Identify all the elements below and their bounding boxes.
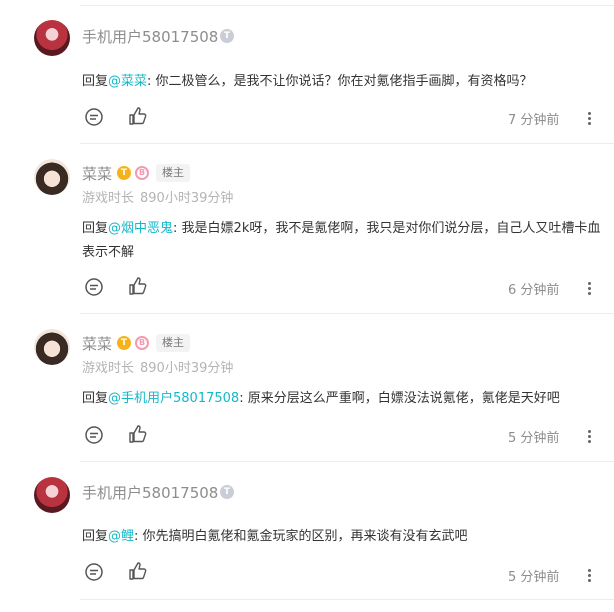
mention-link[interactable]: @烟中恶鬼 (108, 221, 173, 236)
more-icon[interactable] (582, 428, 598, 444)
avatar[interactable] (34, 477, 70, 513)
more-icon[interactable] (582, 110, 598, 126)
mention-link[interactable]: @鲤 (108, 529, 134, 544)
playtime-value: 890小时39分钟 (140, 361, 234, 376)
comment-body: 回复@鲤: 你先搞明白氪佬和氪金玩家的区别，再来谈有没有玄武吧 (82, 525, 602, 549)
comment-item: 菜菜 T B 楼主 游戏时长 890小时39分钟 回复@手机用户58017508:… (0, 314, 614, 462)
username[interactable]: 手机用户58017508 (82, 482, 218, 503)
mention-link[interactable]: @手机用户58017508 (108, 391, 239, 406)
playtime-value: 890小时39分钟 (140, 191, 234, 206)
more-icon[interactable] (582, 567, 598, 583)
owner-tag: 楼主 (156, 164, 190, 182)
comment-body: 回复@烟中恶鬼: 我是白嫖2k呀，我不是氪佬啊，我只是对你们说分层，自己人又吐槽… (82, 217, 602, 265)
like-icon[interactable] (127, 561, 147, 581)
mention-link[interactable]: @菜菜 (108, 74, 147, 89)
username[interactable]: 菜菜 (82, 333, 112, 354)
comment-text: : 你二极管么，是我不让你说话？你在对氪佬指手画脚，有资格吗？ (147, 74, 533, 89)
like-icon[interactable] (127, 424, 147, 444)
timestamp: 5 分钟前 (508, 570, 560, 585)
level-badge-icon: T (117, 336, 131, 350)
fan-badge-icon: B (135, 336, 149, 350)
more-icon[interactable] (582, 280, 598, 296)
avatar[interactable] (34, 159, 70, 195)
timestamp: 6 分钟前 (508, 283, 560, 298)
comment-text: : 你先搞明白氪佬和氪金玩家的区别，再来谈有没有玄武吧 (134, 529, 468, 544)
level-badge-icon: T (220, 29, 234, 43)
comment-icon[interactable] (84, 562, 104, 582)
timestamp: 7 分钟前 (508, 113, 560, 128)
like-icon[interactable] (127, 276, 147, 296)
fan-badge-icon: B (135, 166, 149, 180)
reply-prefix: 回复 (82, 529, 109, 544)
username[interactable]: 菜菜 (82, 163, 112, 184)
level-badge-icon: T (117, 166, 131, 180)
comment-item: 菜菜 T B 楼主 游戏时长 890小时39分钟 回复@烟中恶鬼: 我是白嫖2k呀… (0, 144, 614, 314)
comment-item: 手机用户58017508 T 回复@鲤: 你先搞明白氪佬和氪金玩家的区别，再来谈… (0, 462, 614, 610)
owner-tag: 楼主 (156, 334, 190, 352)
playtime-label: 游戏时长 (82, 361, 135, 376)
comment-icon[interactable] (84, 277, 104, 297)
comment-icon[interactable] (84, 107, 104, 127)
timestamp: 5 分钟前 (508, 431, 560, 446)
reply-prefix: 回复 (82, 74, 109, 89)
level-badge-icon: T (220, 485, 234, 499)
comment-text: : 原来分层这么严重啊，白嫖没法说氪佬，氪佬是天好吧 (239, 391, 560, 406)
playtime: 游戏时长 890小时39分钟 (82, 187, 233, 206)
avatar[interactable] (34, 20, 70, 56)
like-icon[interactable] (127, 106, 147, 126)
playtime-label: 游戏时长 (82, 191, 135, 206)
reply-prefix: 回复 (82, 221, 109, 236)
playtime: 游戏时长 890小时39分钟 (82, 357, 233, 376)
comment-body: 回复@手机用户58017508: 原来分层这么严重啊，白嫖没法说氪佬，氪佬是天好… (82, 387, 602, 411)
divider (80, 599, 614, 600)
avatar[interactable] (34, 329, 70, 365)
reply-prefix: 回复 (82, 391, 109, 406)
username[interactable]: 手机用户58017508 (82, 26, 218, 47)
comment-body: 回复@菜菜: 你二极管么，是我不让你说话？你在对氪佬指手画脚，有资格吗？ (82, 70, 602, 94)
comment-icon[interactable] (84, 425, 104, 445)
comment-item: 手机用户58017508 T 回复@菜菜: 你二极管么，是我不让你说话？你在对氪… (0, 0, 614, 144)
